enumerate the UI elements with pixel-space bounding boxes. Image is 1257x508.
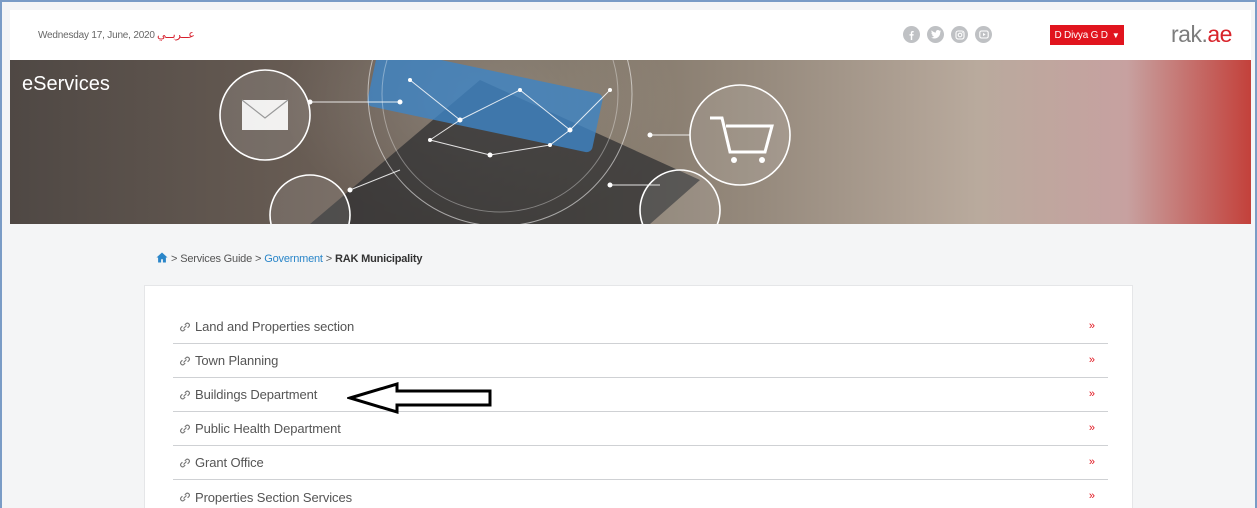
section-label: Land and Properties section <box>195 319 355 334</box>
youtube-icon[interactable] <box>975 26 992 43</box>
banner-network-illustration <box>219 60 791 224</box>
double-chevron-right-icon: » <box>1088 388 1095 400</box>
double-chevron-right-icon: » <box>1088 490 1095 502</box>
breadcrumb-current: RAK Municipality <box>335 253 423 265</box>
home-icon[interactable] <box>156 252 168 266</box>
link-icon <box>180 492 190 502</box>
browser-frame: Wednesday 17, June, 2020 عــربــي D Divy… <box>0 0 1257 508</box>
eservices-banner: eServices <box>10 60 1251 224</box>
double-chevron-right-icon: » <box>1088 320 1095 332</box>
date-label: Wednesday 17, June, 2020 <box>38 30 155 41</box>
section-label: Public Health Department <box>195 421 341 436</box>
breadcrumb-separator: > <box>171 253 178 265</box>
breadcrumb-separator: > <box>255 253 262 265</box>
twitter-icon[interactable] <box>927 26 944 43</box>
section-label: Buildings Department <box>195 387 318 402</box>
link-icon <box>180 322 190 331</box>
arabic-language-link[interactable]: عــربــي <box>157 28 195 41</box>
double-chevron-right-icon: » <box>1088 354 1095 366</box>
link-icon <box>180 424 190 433</box>
section-row[interactable]: Properties Section Services » <box>173 480 1108 508</box>
banner-title: eServices <box>22 73 110 95</box>
section-row[interactable]: Town Planning » <box>173 344 1108 378</box>
logo-accent-text: ae <box>1207 21 1232 47</box>
user-name: D Divya G D <box>1054 29 1108 41</box>
instagram-icon[interactable] <box>951 26 968 43</box>
double-chevron-right-icon: » <box>1088 422 1095 434</box>
rak-logo[interactable]: rak.ae <box>1171 21 1232 48</box>
caret-down-icon: ▼ <box>1111 30 1120 40</box>
breadcrumb-government[interactable]: Government <box>264 253 323 265</box>
section-row[interactable]: Buildings Department » <box>173 378 1108 412</box>
section-label: Grant Office <box>195 455 264 470</box>
section-row[interactable]: Public Health Department » <box>173 412 1108 446</box>
breadcrumb-separator: > <box>325 253 333 265</box>
section-label: Town Planning <box>195 353 279 368</box>
section-row[interactable]: Grant Office » <box>173 446 1108 480</box>
section-row[interactable]: Land and Properties section » <box>173 310 1108 344</box>
breadcrumb: > Services Guide > Government > RAK Muni… <box>156 252 422 266</box>
sections-card: Land and Properties section » Town Plann… <box>144 285 1133 508</box>
top-bar: Wednesday 17, June, 2020 عــربــي D Divy… <box>10 10 1251 60</box>
logo-main-text: rak. <box>1171 21 1208 47</box>
section-label: Properties Section Services <box>195 489 352 505</box>
facebook-icon[interactable] <box>903 26 920 43</box>
annotation-arrow-icon <box>347 381 492 415</box>
link-icon <box>180 458 190 467</box>
user-menu-button[interactable]: D Divya G D ▼ <box>1050 25 1124 45</box>
breadcrumb-services-guide[interactable]: Services Guide <box>180 253 252 265</box>
double-chevron-right-icon: » <box>1088 456 1095 468</box>
link-icon <box>180 356 190 365</box>
social-links <box>903 26 992 43</box>
link-icon <box>180 390 190 399</box>
